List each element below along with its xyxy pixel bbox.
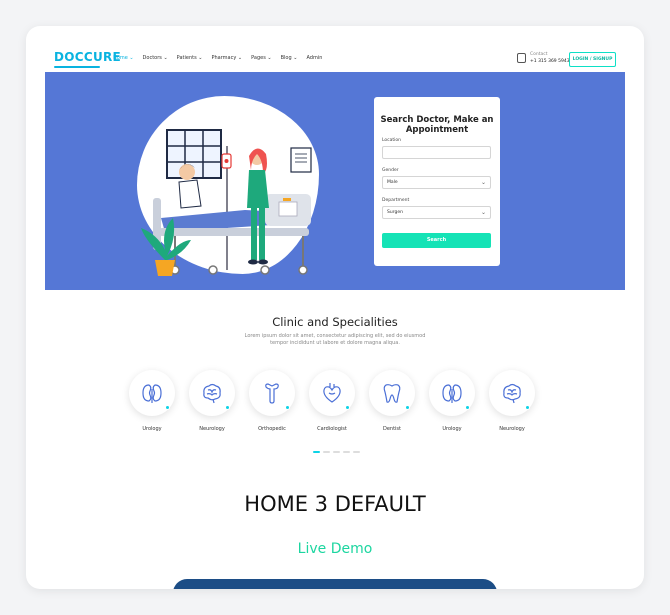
chevron-down-icon: ⌄ — [480, 209, 486, 216]
brain-icon — [203, 383, 221, 404]
contact-label: Contact — [530, 52, 548, 57]
live-demo-link[interactable]: Live Demo — [26, 541, 644, 557]
heart-icon — [323, 383, 341, 403]
status-dot — [405, 405, 410, 410]
hero-banner: Search Doctor, Make an Appointment Locat… — [45, 72, 625, 290]
menu-item-pages[interactable]: Pages ⌄ — [251, 55, 272, 61]
location-input[interactable] — [382, 146, 491, 159]
gender-label: Gender — [382, 168, 399, 173]
gender-select-value: Male — [387, 180, 398, 185]
chevron-down-icon: ⌄ — [480, 179, 486, 186]
main-menu: Home ⌄ Doctors ⌄ Patients ⌄ Pharmacy ⌄ P… — [113, 55, 322, 61]
carousel-dot[interactable] — [343, 451, 350, 453]
department-select-value: Surgen — [387, 210, 403, 215]
contact-info: Contact +1 315 369 5943 — [517, 50, 570, 68]
carousel-dot[interactable] — [323, 451, 330, 453]
menu-item-blog[interactable]: Blog ⌄ — [281, 55, 298, 61]
status-dot — [285, 405, 290, 410]
status-dot — [525, 405, 530, 410]
department-select[interactable]: Surgen ⌄ — [382, 206, 491, 219]
gender-select[interactable]: Male ⌄ — [382, 176, 491, 189]
menu-item-admin[interactable]: Admin — [306, 55, 322, 61]
speciality-item[interactable]: Urology — [427, 370, 477, 440]
brain-icon — [503, 383, 521, 404]
carousel-dot[interactable] — [333, 451, 340, 453]
location-label: Location — [382, 138, 402, 143]
login-signup-button[interactable]: LOGIN / SIGNUP — [569, 52, 616, 67]
menu-item-patients[interactable]: Patients ⌄ — [177, 55, 203, 61]
hospital-illustration — [141, 129, 312, 276]
speciality-item[interactable]: Orthopedic — [247, 370, 297, 440]
kidney-icon — [442, 384, 462, 403]
speciality-item[interactable]: Urology — [127, 370, 177, 440]
status-dot — [345, 405, 350, 410]
appointment-search-form: Search Doctor, Make an Appointment Locat… — [374, 97, 500, 266]
specialities-subtitle: Lorem ipsum dolor sit amet, consectetur … — [244, 333, 426, 346]
next-preview-edge — [173, 579, 497, 589]
menu-item-doctors[interactable]: Doctors ⌄ — [143, 55, 168, 61]
speciality-item[interactable]: Neurology — [187, 370, 237, 440]
page-heading: HOME 3 DEFAULT — [244, 492, 426, 516]
form-title: Search Doctor, Make an Appointment — [380, 115, 494, 135]
carousel-dot[interactable] — [353, 451, 360, 453]
logo[interactable]: DOCCURE — [54, 50, 121, 64]
tooth-icon — [383, 384, 401, 403]
menu-item-home[interactable]: Home ⌄ — [113, 55, 134, 61]
menu-item-pharmacy[interactable]: Pharmacy ⌄ — [211, 55, 242, 61]
speciality-item[interactable]: Cardiologist — [307, 370, 357, 440]
carousel-pagination — [313, 451, 360, 453]
status-dot — [465, 405, 470, 410]
specialities-carousel: Urology Neurology Orthopedic Cardiologis… — [127, 370, 547, 440]
logo-underline — [54, 66, 100, 68]
search-button[interactable]: Search — [382, 233, 491, 248]
bone-icon — [265, 383, 279, 404]
speciality-item[interactable]: Dentist — [367, 370, 417, 440]
navbar: DOCCURE Home ⌄ Doctors ⌄ Patients ⌄ Phar… — [26, 46, 644, 72]
kidney-icon — [142, 384, 162, 403]
contact-number: +1 315 369 5943 — [530, 59, 570, 64]
specialities-title: Clinic and Specialities — [272, 315, 398, 329]
preview-card: DOCCURE Home ⌄ Doctors ⌄ Patients ⌄ Phar… — [26, 26, 644, 589]
speciality-label: Neurology — [499, 426, 525, 432]
department-label: Department — [382, 198, 410, 203]
speciality-item[interactable]: Neurology — [487, 370, 537, 440]
carousel-dot-active[interactable] — [313, 451, 320, 453]
status-dot — [165, 405, 170, 410]
hospital-icon — [517, 53, 526, 63]
status-dot — [225, 405, 230, 410]
